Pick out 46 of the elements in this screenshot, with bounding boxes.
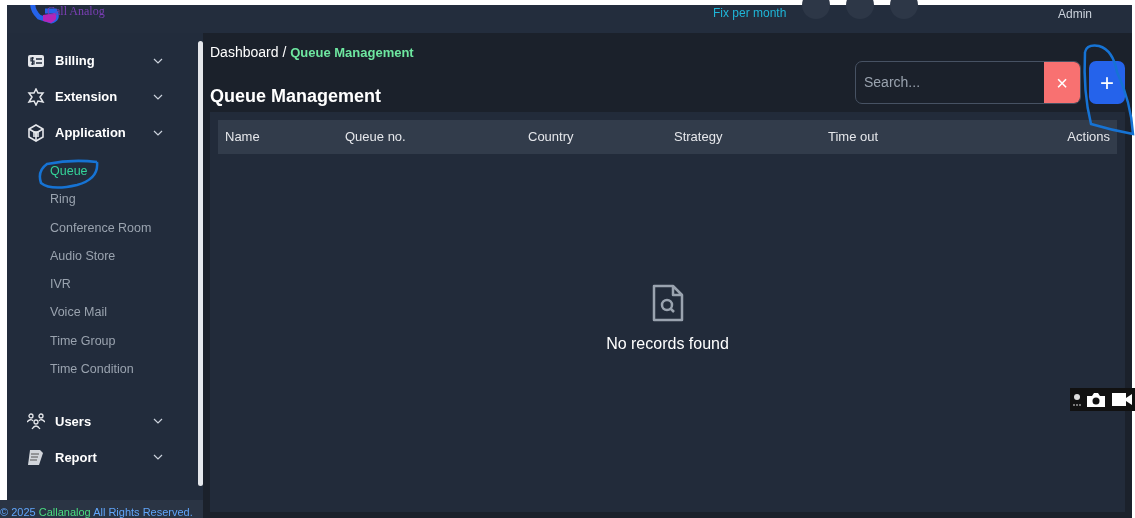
cube-icon	[27, 124, 45, 142]
column-header: Actions	[1067, 128, 1110, 147]
brand-link[interactable]: Callanalog	[38, 506, 91, 518]
sidebar-item[interactable]: Users	[7, 403, 195, 440]
video-camera-icon[interactable]	[1111, 393, 1132, 406]
empty-message: No records found	[606, 334, 729, 354]
user-name[interactable]: Admin	[1058, 5, 1092, 23]
add-button[interactable]: +	[1089, 61, 1125, 104]
copyright-text: © 2025 Callanalog All Rights Reserved.	[0, 500, 203, 518]
round-icon-button[interactable]	[890, 0, 919, 19]
sidebar-subitem[interactable]: Time Condition	[7, 355, 195, 384]
breadcrumb-item[interactable]: Dashboard	[210, 44, 279, 60]
page-title: Queue Management	[210, 86, 382, 108]
column-header: Queue no.	[345, 128, 407, 147]
breadcrumb-separator: /	[281, 44, 288, 60]
chevron-icon	[153, 454, 163, 461]
sidebar-subitem[interactable]: IVR	[7, 270, 195, 299]
column-header: Strategy	[674, 128, 724, 147]
document-search-icon	[651, 284, 684, 322]
chevron-icon	[153, 130, 163, 136]
billing-icon	[27, 52, 45, 70]
sidebar-subitem[interactable]: Conference Room	[7, 213, 195, 242]
chevron-icon	[153, 418, 163, 425]
sidebar-item[interactable]: Billing	[7, 43, 195, 79]
breadcrumb-item: Queue Management	[290, 45, 414, 60]
sidebar-subitem[interactable]: Queue	[7, 157, 195, 186]
round-icon-button[interactable]	[846, 0, 875, 19]
camera-icon[interactable]	[1087, 392, 1106, 407]
scrollbar[interactable]	[198, 41, 203, 486]
column-header: Time out	[828, 128, 880, 147]
sidebar-subitem[interactable]: Ring	[7, 185, 195, 214]
users-icon	[27, 412, 45, 431]
chevron-icon	[153, 58, 163, 64]
logo-text: Call Analog	[47, 5, 105, 17]
round-icon-button[interactable]	[802, 0, 831, 19]
sidebar-subitem[interactable]: Time Group	[7, 326, 195, 356]
column-header: Name	[225, 128, 261, 147]
column-header: Country	[528, 128, 575, 147]
notepad-icon	[27, 448, 45, 467]
chevron-icon	[153, 94, 163, 100]
sidebar-subitem[interactable]: Audio Store	[7, 241, 195, 271]
sidebar-item[interactable]: Report	[7, 439, 195, 476]
sidebar-item[interactable]: Application	[7, 115, 195, 151]
plan-label: Fix per month	[713, 5, 787, 22]
sidebar-item[interactable]: Extension	[7, 79, 195, 115]
sidebar-subitem[interactable]: Voice Mail	[7, 298, 195, 327]
